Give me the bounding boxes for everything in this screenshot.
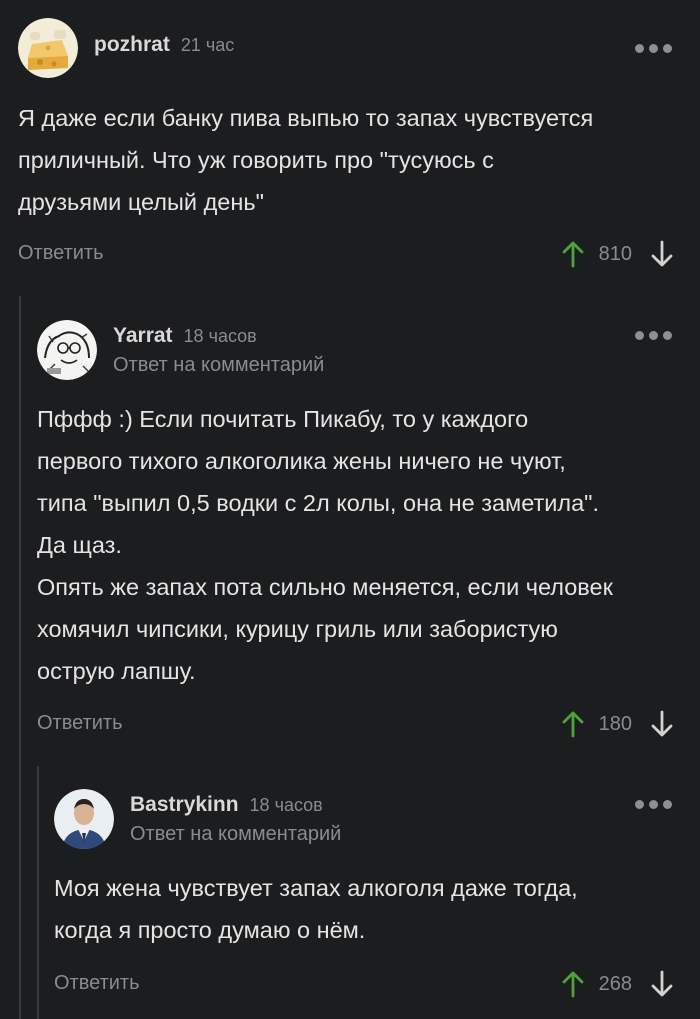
comment-text: Я даже если банку пива выпью то запах чу… [18,105,594,215]
upvote-arrow-icon[interactable] [561,710,585,738]
vote-controls: 268 [561,970,674,998]
vote-count: 810 [598,242,632,265]
downvote-arrow-icon[interactable] [650,710,674,738]
upvote-arrow-icon[interactable] [561,970,585,998]
uniform-portrait-avatar-icon[interactable] [54,789,114,849]
timestamp: 21 час [180,35,235,55]
comment-actions: Ответить [18,242,104,265]
more-options-icon[interactable] [635,331,672,340]
username[interactable]: Bastrykinn [130,793,239,817]
thread-line [37,766,39,1019]
reply-to-note[interactable]: Ответ на комментарий [113,354,324,377]
username[interactable]: pozhrat [94,33,170,57]
upvote-arrow-icon[interactable] [561,240,585,268]
comment-thread: pozhrat 21 час Я даже если банку пива вы… [0,0,700,1019]
downvote-arrow-icon[interactable] [650,240,674,268]
reply-to-note[interactable]: Ответ на комментарий [130,823,341,846]
more-options-icon[interactable] [635,800,672,809]
comment-actions: Ответить [54,972,140,995]
sketch-portrait-avatar-icon[interactable] [37,320,97,380]
reply-button[interactable]: Ответить [37,712,123,735]
vote-count: 268 [598,972,632,995]
comment-text: Моя жена чувствует запах алкоголя даже т… [54,875,578,943]
reply-button[interactable]: Ответить [18,242,104,265]
comment-actions: Ответить [37,712,123,735]
thread-line [19,296,21,1019]
username[interactable]: Yarrat [113,324,173,348]
comment-header: pozhrat 21 час [18,18,234,78]
more-options-icon[interactable] [635,44,672,53]
vote-controls: 810 [561,240,674,268]
vote-count: 180 [598,712,632,735]
timestamp: 18 часов [183,325,257,346]
timestamp: 18 часов [249,794,323,815]
cheese-avatar-icon[interactable] [18,18,78,78]
comment-header: Bastrykinn 18 часов Ответ на комментарий [54,789,341,849]
comment-header: Yarrat 18 часов Ответ на комментарий [37,320,324,380]
downvote-arrow-icon[interactable] [650,970,674,998]
comment-text: Пффф :) Если почитать Пикабу, то у каждо… [37,406,613,684]
vote-controls: 180 [561,710,674,738]
reply-button[interactable]: Ответить [54,972,140,995]
